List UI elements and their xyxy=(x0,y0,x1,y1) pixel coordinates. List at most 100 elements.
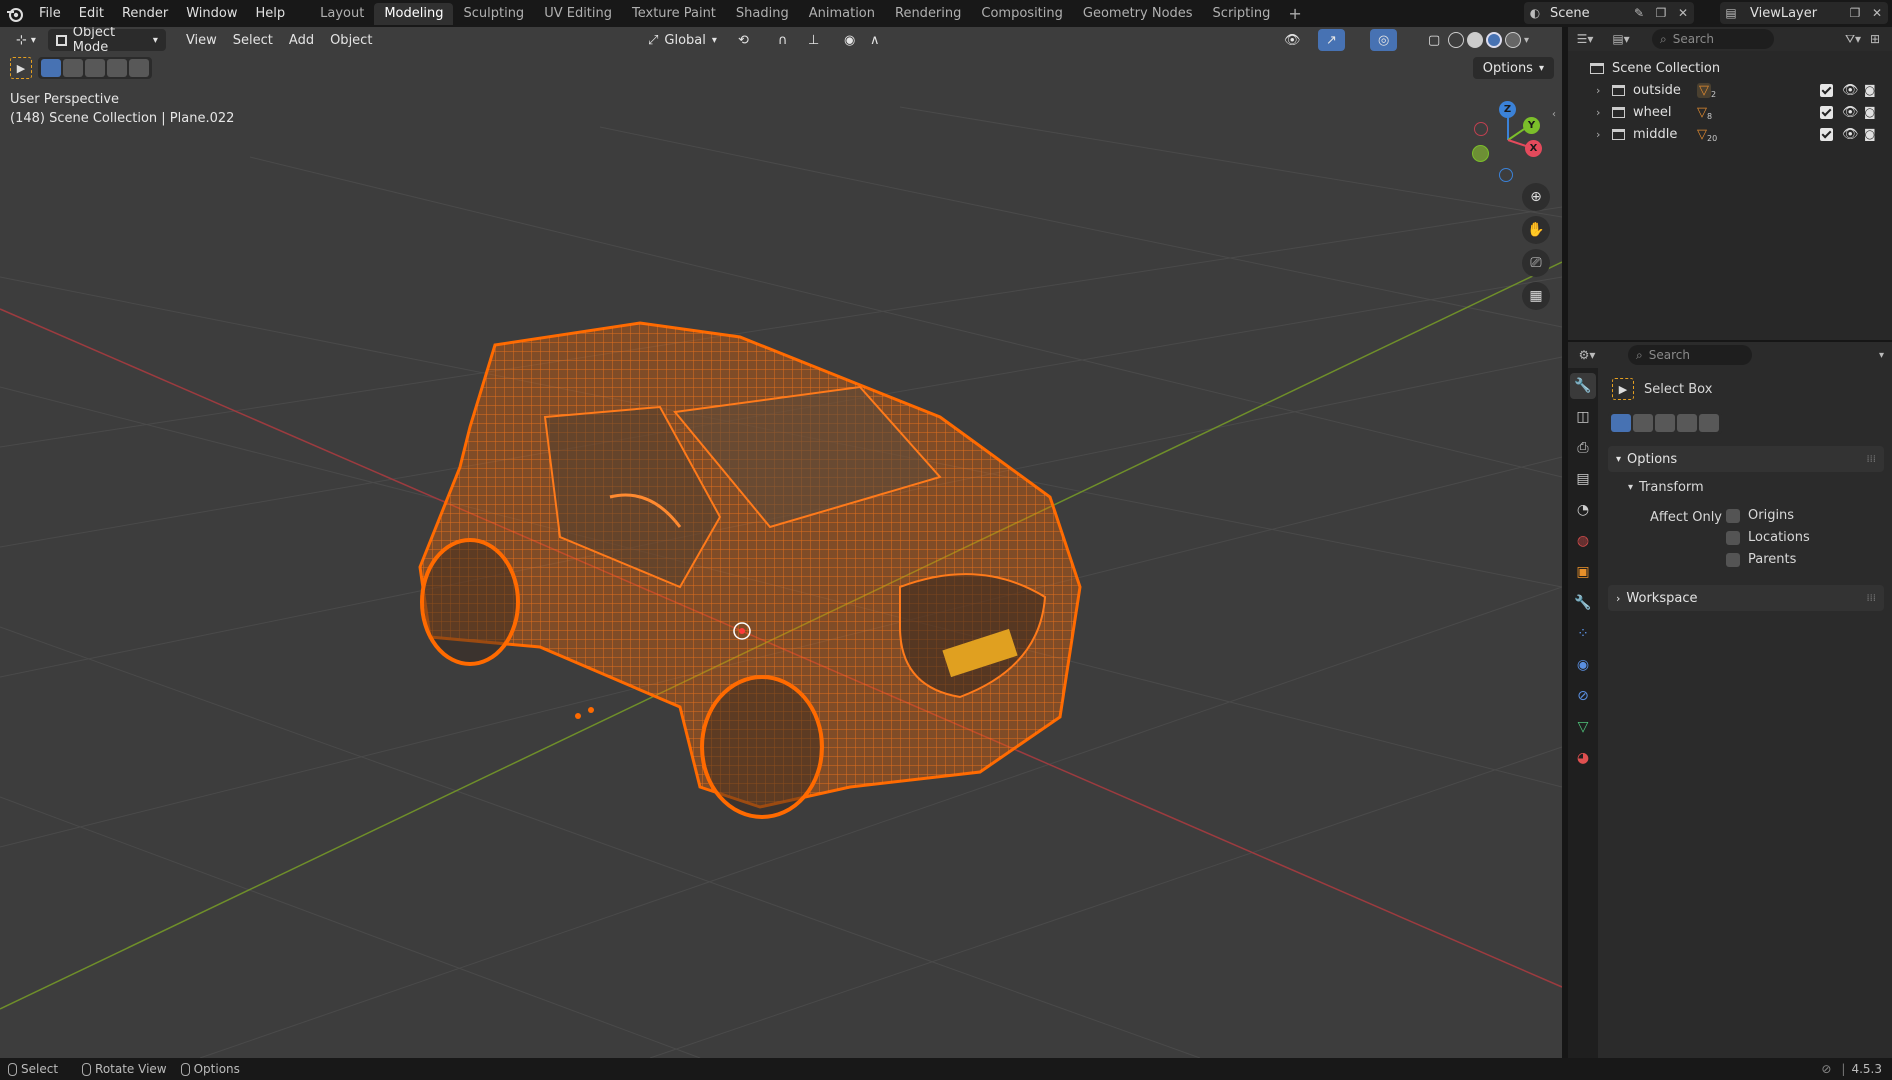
gizmo-z-icon[interactable]: Z xyxy=(1499,101,1516,118)
ortho-toggle-icon[interactable]: ▦ xyxy=(1522,282,1550,310)
checkbox-box[interactable] xyxy=(1726,508,1740,523)
blender-logo-icon[interactable] xyxy=(0,0,30,27)
origins-checkbox[interactable]: Origins xyxy=(1726,508,1794,523)
outliner-editor-type-icon[interactable]: ☰▾ xyxy=(1574,28,1596,50)
collection-row[interactable]: › middle ▽ 20 👁 ◙ xyxy=(1568,123,1892,145)
menu-object[interactable]: Object xyxy=(322,29,380,51)
drag-handle-icon[interactable]: ⁞⁞⁞ xyxy=(1866,454,1876,465)
select-box-tool-icon[interactable]: ▶ xyxy=(10,57,32,79)
proportional-edit-button[interactable]: ◉ xyxy=(836,29,863,51)
tab-animation[interactable]: Animation xyxy=(799,3,885,25)
view-layer-tab-icon[interactable]: ▤ xyxy=(1570,466,1596,492)
camera-render-icon[interactable]: ◙ xyxy=(1864,83,1876,97)
falloff-button[interactable]: ∧ xyxy=(862,29,888,51)
menu-view[interactable]: View xyxy=(178,29,225,51)
mode-subtract-icon[interactable] xyxy=(1655,414,1675,432)
zoom-icon[interactable]: ⊕ xyxy=(1522,183,1550,211)
menu-file[interactable]: File xyxy=(30,0,70,27)
mode-intersect-icon[interactable] xyxy=(1699,414,1719,432)
mode-invert-icon[interactable] xyxy=(1677,414,1697,432)
modifier-tab-icon[interactable]: 🔧 xyxy=(1570,590,1596,616)
selected-car-object[interactable] xyxy=(418,321,1082,819)
new-collection-icon[interactable]: ⊞ xyxy=(1864,28,1886,50)
mode-subtract-icon[interactable] xyxy=(85,59,105,77)
rendered-shading-icon[interactable] xyxy=(1505,32,1521,48)
pin-icon[interactable]: ✎ xyxy=(1628,2,1650,24)
checkbox-box[interactable] xyxy=(1726,530,1740,545)
outliner-search-input[interactable]: ⌕ Search xyxy=(1652,29,1774,49)
camera-render-icon[interactable]: ◙ xyxy=(1864,105,1876,119)
tab-compositing[interactable]: Compositing xyxy=(971,3,1073,25)
locations-checkbox[interactable]: Locations xyxy=(1726,530,1810,545)
collection-name[interactable]: wheel xyxy=(1633,105,1697,120)
pan-hand-icon[interactable]: ✋ xyxy=(1522,216,1550,244)
selectability-button[interactable]: 👁 xyxy=(1276,29,1309,51)
menu-window[interactable]: Window xyxy=(177,0,246,27)
eye-icon[interactable]: 👁 xyxy=(1842,127,1859,142)
gizmo-toggle-button[interactable]: ↗ xyxy=(1318,29,1345,51)
drag-handle-icon[interactable]: ⁞⁞⁞ xyxy=(1866,593,1876,604)
scene-collection-row[interactable]: Scene Collection xyxy=(1568,57,1892,79)
transform-subpanel-header[interactable]: ▾ Transform xyxy=(1620,474,1704,500)
navigation-gizmo[interactable]: Z Y X xyxy=(1468,95,1548,185)
menu-edit[interactable]: Edit xyxy=(70,0,113,27)
viewport-options-button[interactable]: Options ▾ xyxy=(1472,57,1554,79)
tab-sculpting[interactable]: Sculpting xyxy=(453,3,534,25)
collection-exclude-checkbox[interactable] xyxy=(1820,83,1833,97)
particles-tab-icon[interactable]: ⁘ xyxy=(1570,621,1596,647)
editor-type-button[interactable]: ⊹ ▾ xyxy=(8,29,44,51)
menu-help[interactable]: Help xyxy=(247,0,295,27)
camera-render-icon[interactable]: ◙ xyxy=(1864,127,1876,141)
tab-scripting[interactable]: Scripting xyxy=(1203,3,1281,25)
tab-rendering[interactable]: Rendering xyxy=(885,3,971,25)
view-layer-name[interactable]: ViewLayer xyxy=(1750,6,1844,21)
parents-checkbox[interactable]: Parents xyxy=(1726,552,1796,567)
checkbox-box[interactable] xyxy=(1726,552,1740,567)
close-scene-icon[interactable]: ✕ xyxy=(1672,2,1694,24)
chevron-down-icon[interactable]: ▾ xyxy=(1524,35,1529,46)
gizmo-neg-z-icon[interactable] xyxy=(1499,168,1513,182)
mode-set-icon[interactable] xyxy=(1611,414,1631,432)
menu-render[interactable]: Render xyxy=(113,0,177,27)
menu-select[interactable]: Select xyxy=(225,29,281,51)
close-layer-icon[interactable]: ✕ xyxy=(1866,2,1888,24)
3d-viewport[interactable]: ⊹ ▾ Object Mode ▾ View Select Add Object … xyxy=(0,27,1562,1058)
pivot-point-button[interactable]: ⟲ xyxy=(730,29,757,51)
mode-invert-icon[interactable] xyxy=(107,59,127,77)
expand-arrow-icon[interactable]: › xyxy=(1596,106,1612,119)
mode-intersect-icon[interactable] xyxy=(129,59,149,77)
collection-row[interactable]: › wheel ▽ 8 👁 ◙ xyxy=(1568,101,1892,123)
properties-search-input[interactable]: ⌕ Search xyxy=(1628,345,1752,365)
display-mode-icon[interactable]: ▤▾ xyxy=(1610,28,1632,50)
wireframe-shading-icon[interactable] xyxy=(1448,32,1464,48)
expand-arrow-icon[interactable]: › xyxy=(1596,84,1612,97)
mode-extend-icon[interactable] xyxy=(63,59,83,77)
expand-arrow-icon[interactable]: › xyxy=(1596,128,1612,141)
mode-extend-icon[interactable] xyxy=(1633,414,1653,432)
transform-orientation-dropdown[interactable]: ⤢ Global ▾ xyxy=(640,29,725,51)
tab-layout[interactable]: Layout xyxy=(310,3,374,25)
tab-modeling[interactable]: Modeling xyxy=(374,2,454,25)
eye-icon[interactable]: 👁 xyxy=(1842,105,1859,120)
workspace-panel-header[interactable]: › Workspace ⁞⁞⁞ xyxy=(1608,585,1884,611)
gizmo-neg-x-icon[interactable] xyxy=(1474,122,1488,136)
properties-editor-type-icon[interactable]: ⚙▾ xyxy=(1576,344,1598,366)
constraints-tab-icon[interactable]: ⊘ xyxy=(1570,683,1596,709)
menu-add[interactable]: Add xyxy=(281,29,322,51)
tab-texture-paint[interactable]: Texture Paint xyxy=(622,3,726,25)
snap-toggle-button[interactable]: ∩ xyxy=(770,29,796,51)
overlays-toggle-button[interactable]: ◎ xyxy=(1370,29,1398,51)
gizmo-y-icon[interactable]: Y xyxy=(1523,117,1540,134)
add-workspace-button[interactable]: + xyxy=(1280,4,1309,23)
copy-scene-icon[interactable]: ❐ xyxy=(1650,2,1672,24)
output-tab-icon[interactable]: ⎙ xyxy=(1570,435,1596,461)
scene-tab-icon[interactable]: ◔ xyxy=(1570,497,1596,523)
view-layer-selector[interactable]: ▤ ViewLayer ❐ ✕ xyxy=(1720,2,1888,24)
camera-view-icon[interactable]: ⎚ xyxy=(1522,249,1550,277)
object-tab-icon[interactable]: ▣ xyxy=(1570,559,1596,585)
mode-set-icon[interactable] xyxy=(41,59,61,77)
collection-exclude-checkbox[interactable] xyxy=(1820,105,1833,119)
gizmo-x-icon[interactable]: X xyxy=(1525,140,1542,157)
scene-name[interactable]: Scene xyxy=(1550,6,1628,21)
collection-exclude-checkbox[interactable] xyxy=(1820,127,1833,141)
